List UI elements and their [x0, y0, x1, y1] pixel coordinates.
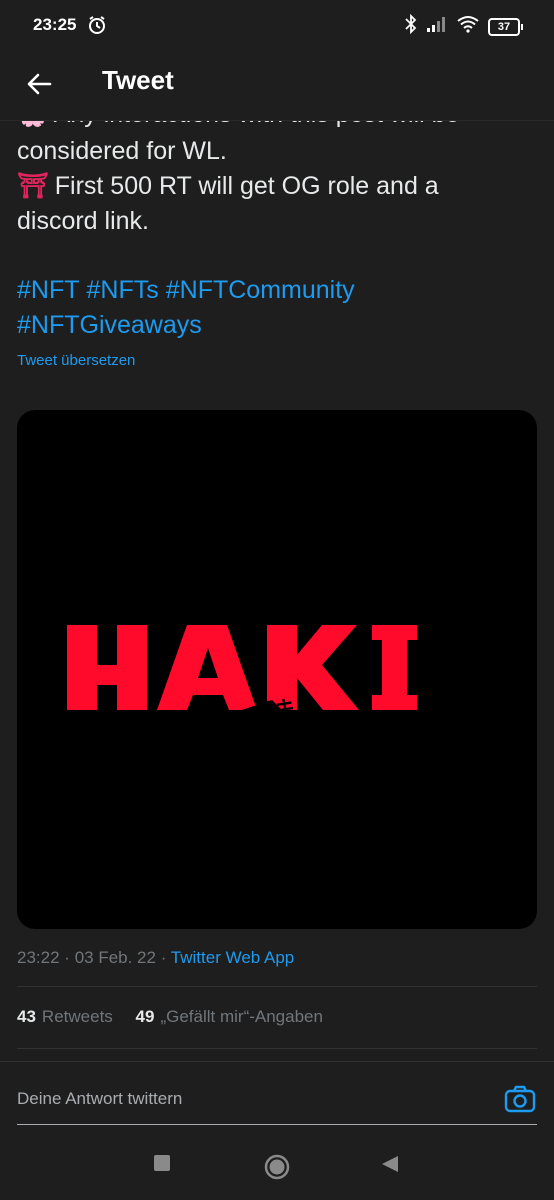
- tweet-line: considered for WL.: [17, 137, 227, 165]
- hashtag-link[interactable]: #NFTs: [87, 276, 159, 304]
- divider: [17, 1048, 537, 1049]
- torii-gate-icon: ⛩: [17, 172, 49, 200]
- battery-icon: 37: [488, 17, 523, 36]
- hashtags: #NFT #NFTs #NFTCommunity #NFTGiveaways: [17, 273, 537, 343]
- tweet-line: ⛩ First 500 RT will get OG role and a: [17, 172, 439, 200]
- tweet-image[interactable]: ハキ: [17, 410, 537, 929]
- camera-button[interactable]: [503, 1082, 537, 1116]
- back-nav-button[interactable]: [380, 1154, 400, 1179]
- back-button[interactable]: [22, 66, 58, 102]
- tweet-line: discord link.: [17, 207, 149, 235]
- wifi-icon: [457, 15, 479, 38]
- reply-underline: [17, 1124, 537, 1125]
- translate-tweet-link[interactable]: Tweet übersetzen: [17, 352, 135, 369]
- home-button[interactable]: [263, 1153, 291, 1186]
- camera-icon: [504, 1085, 536, 1113]
- likes-stat[interactable]: 49 „Gefällt mir“-Angaben: [136, 1007, 323, 1026]
- signal-icon: [426, 15, 448, 38]
- triangle-back-icon: [382, 1156, 398, 1172]
- hashtag-link[interactable]: #NFT: [17, 276, 80, 304]
- tweet-stats: 43 Retweets 49 „Gefällt mir“-Angaben: [17, 1007, 323, 1027]
- arrow-left-icon: [27, 73, 52, 95]
- recents-button[interactable]: [153, 1154, 171, 1177]
- app-header: Tweet: [0, 50, 554, 121]
- hashtag-link[interactable]: #NFTCommunity: [166, 276, 355, 304]
- circle-icon: [264, 1154, 290, 1180]
- page-title: Tweet: [102, 65, 174, 95]
- bluetooth-icon: [405, 13, 417, 39]
- square-icon: [154, 1155, 170, 1171]
- haki-katakana: ハキ: [255, 698, 295, 720]
- retweets-stat[interactable]: 43 Retweets: [17, 1007, 131, 1026]
- status-bar: 23:25 37: [0, 0, 554, 50]
- tweet-text: considered for WL. ⛩ First 500 RT will ge…: [17, 134, 537, 239]
- source-app-link[interactable]: Twitter Web App: [171, 948, 294, 967]
- reply-input[interactable]: Deine Antwort twittern: [17, 1089, 182, 1109]
- haki-logo: [67, 625, 417, 710]
- hashtag-link[interactable]: #NFTGiveaways: [17, 311, 202, 339]
- divider: [17, 986, 537, 987]
- reply-composer: Deine Antwort twittern: [0, 1061, 554, 1132]
- tweet-timestamp: 23:22 · 03 Feb. 22 · Twitter Web App: [17, 948, 295, 967]
- status-time: 23:25: [33, 15, 77, 34]
- alarm-icon: [87, 15, 107, 40]
- status-icons: 37: [405, 13, 523, 39]
- system-nav-bar: [0, 1132, 554, 1200]
